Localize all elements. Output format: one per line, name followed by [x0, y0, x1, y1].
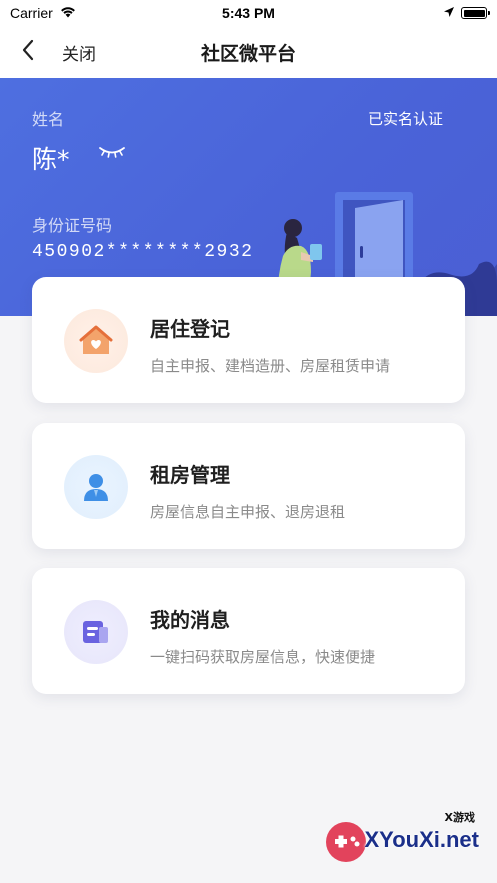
battery-icon [461, 7, 490, 19]
verified-badge: 已实名认证 [367, 110, 443, 128]
name-label: 姓名 [32, 110, 65, 129]
location-arrow-icon [443, 5, 455, 21]
id-label: 身份证号码 [32, 216, 113, 235]
status-left: Carrier [10, 5, 77, 21]
gamepad-logo [326, 822, 366, 862]
watermark-brand: XYouXi.net [364, 827, 480, 852]
status-right [443, 5, 490, 21]
back-button[interactable] [14, 38, 42, 66]
chevron-left-icon [21, 39, 35, 65]
user-name: 陈* [32, 145, 70, 174]
nav-bar: 关闭 社区微平台 [0, 26, 497, 78]
message-icon [64, 600, 128, 664]
card-title: 居住登记 [150, 317, 230, 341]
carrier-label: Carrier [10, 5, 53, 21]
card-residence-registration[interactable]: 居住登记 自主申报、建档造册、房屋租赁申请 [32, 277, 465, 403]
user-icon [64, 455, 128, 519]
card-description: 房屋信息自主申报、退房退租 [150, 503, 346, 521]
card-my-messages[interactable]: 我的消息 一键扫码获取房屋信息，快速便捷 [32, 568, 465, 694]
card-title: 租房管理 [150, 463, 230, 487]
id-number: 450902********2932 [32, 242, 254, 262]
wifi-icon [59, 5, 77, 21]
eye-closed-icon[interactable] [98, 144, 126, 163]
watermark: X游戏 XYouXi.net [319, 809, 489, 869]
home-heart-icon [64, 309, 128, 373]
status-bar: Carrier 5:43 PM [0, 0, 497, 26]
card-description: 一键扫码获取房屋信息，快速便捷 [150, 648, 376, 666]
card-description: 自主申报、建档造册、房屋租赁申请 [150, 357, 391, 375]
card-rental-management[interactable]: 租房管理 房屋信息自主申报、退房退租 [32, 423, 465, 549]
watermark-brand-cn: X游戏 [444, 811, 475, 824]
card-title: 我的消息 [150, 608, 230, 632]
close-button[interactable]: 关闭 [62, 40, 96, 65]
